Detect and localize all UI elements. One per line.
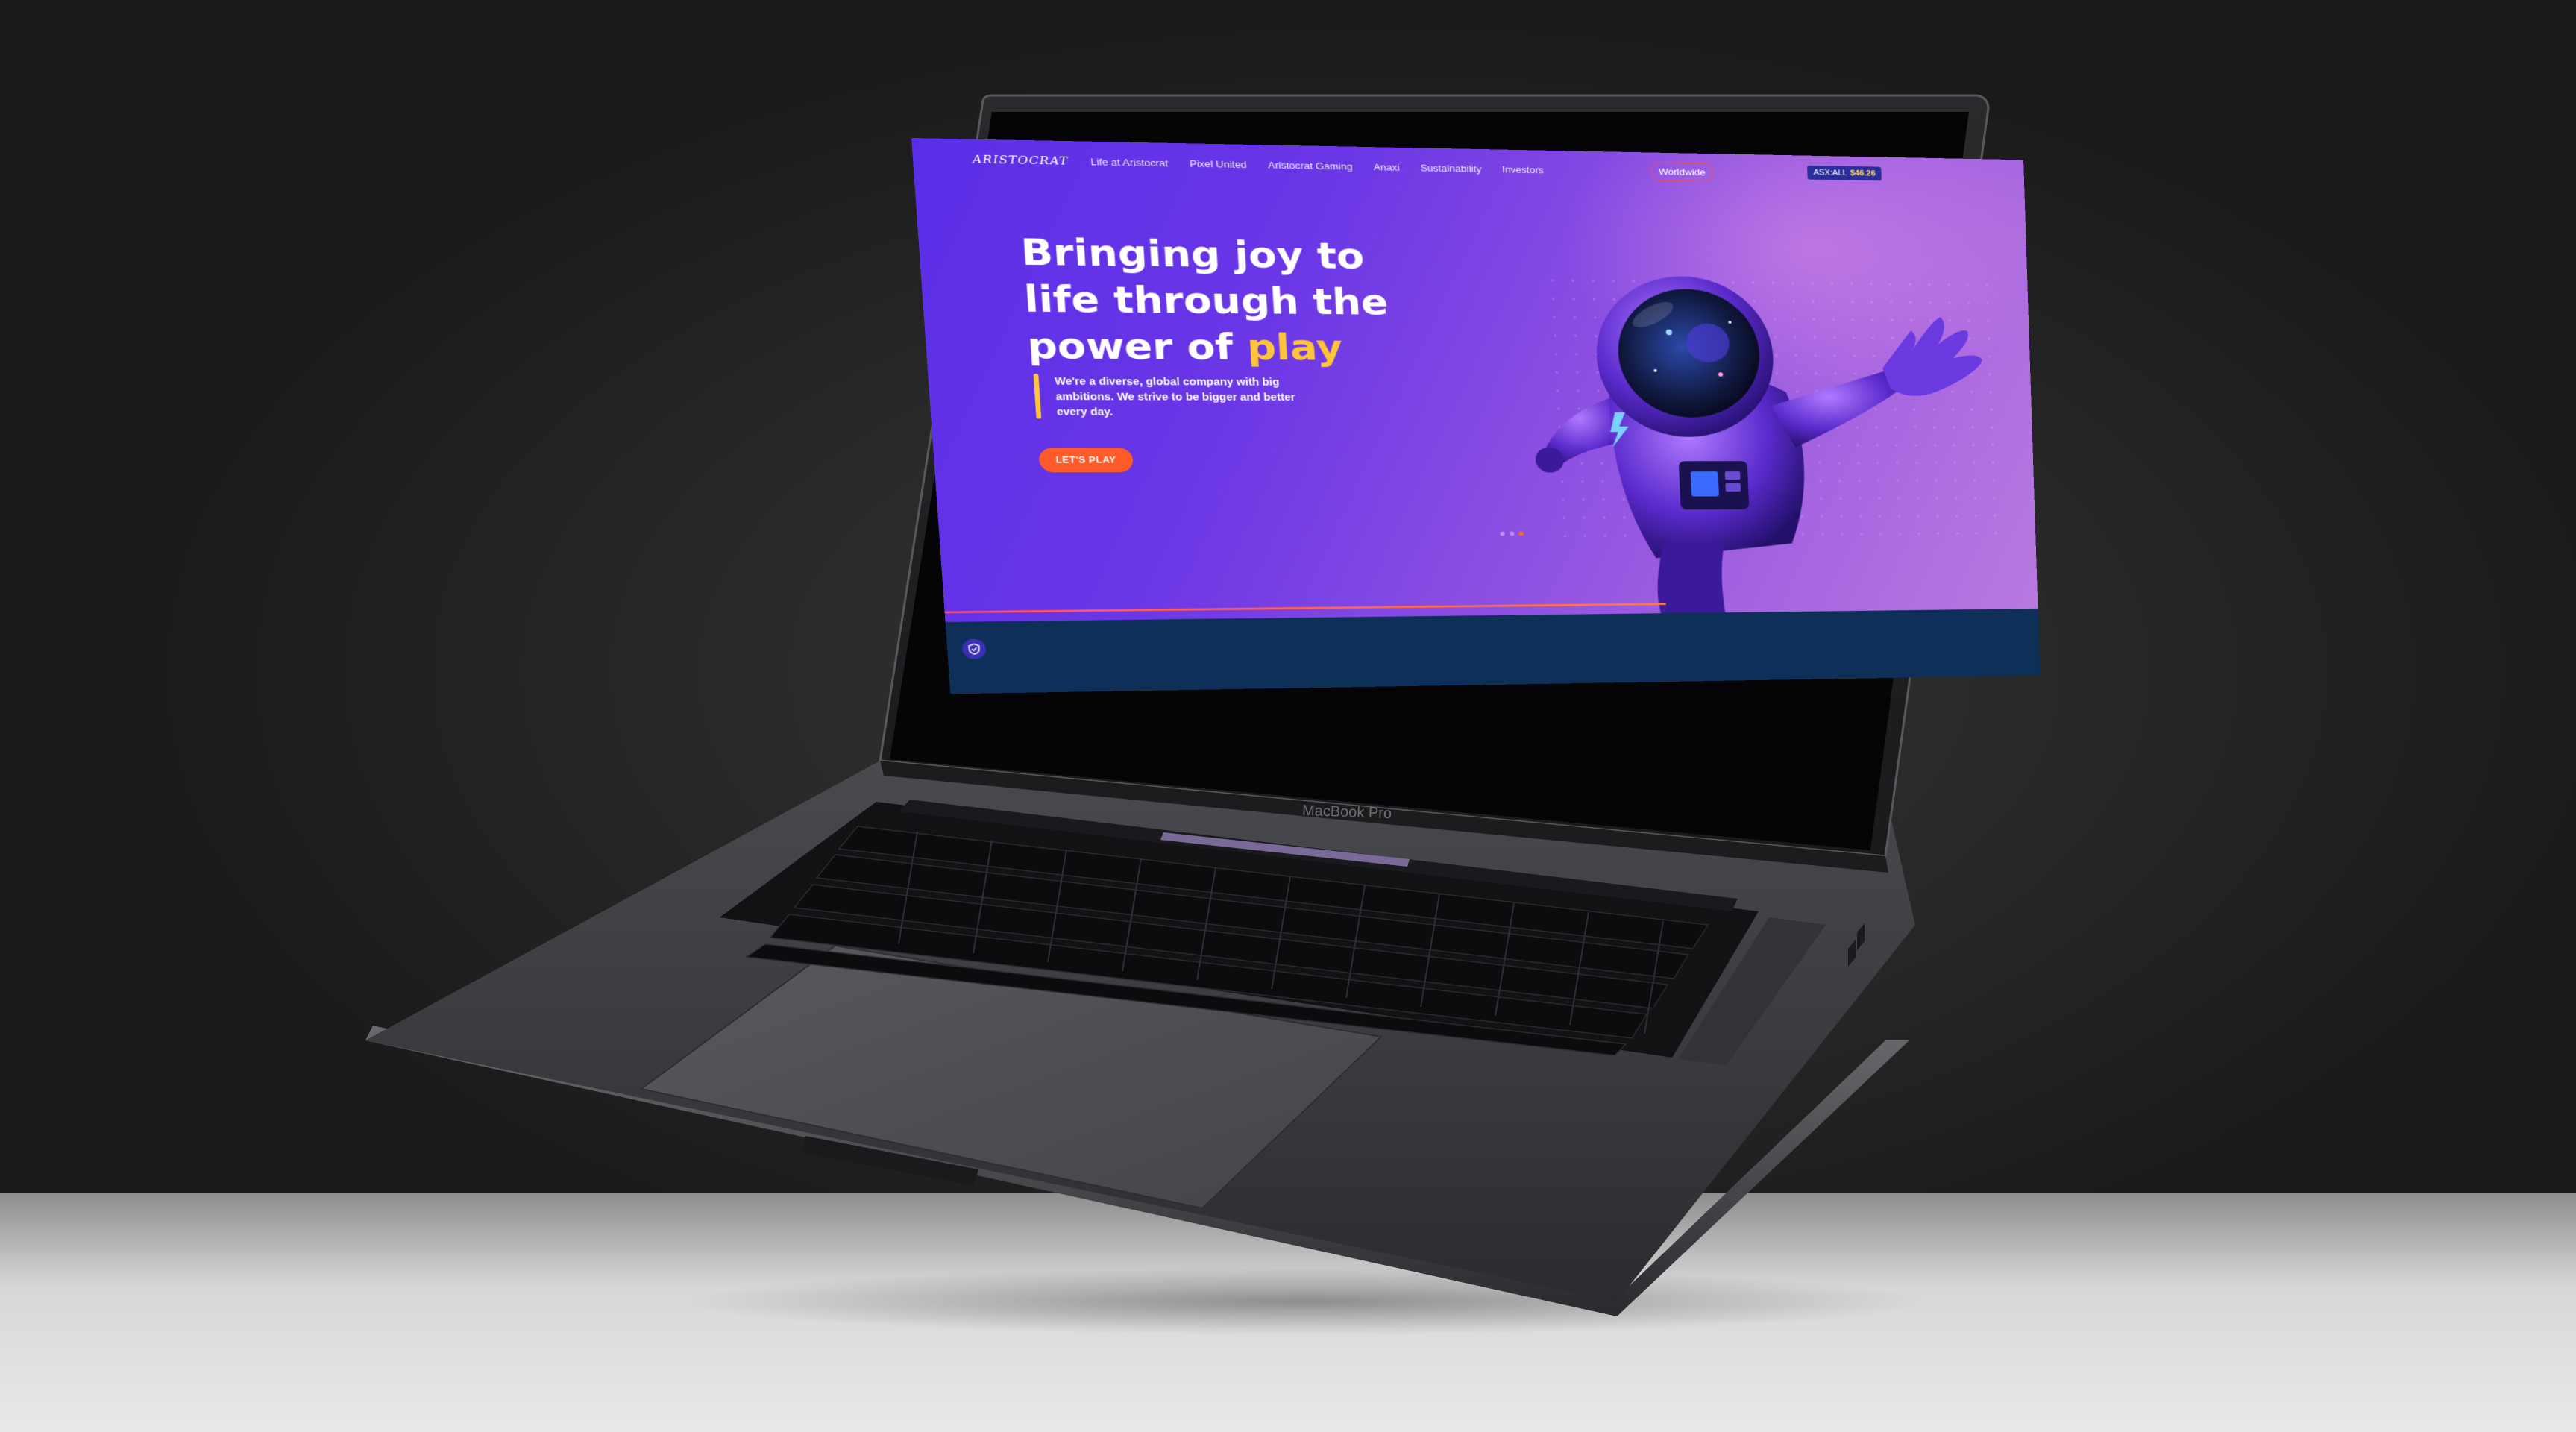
laptop-screen: ARISTOCRAT Life at Aristocrat Pixel Unit… (911, 138, 2041, 694)
hero-intro: We're a diverse, global company with big… (1054, 375, 1295, 418)
nav-link-sustainability[interactable]: Sustainability (1420, 163, 1482, 175)
slider-dot[interactable] (1509, 531, 1515, 536)
lets-play-button[interactable]: LET'S PLAY (1038, 448, 1134, 473)
nav-link-pixel-united[interactable]: Pixel United (1190, 158, 1247, 170)
nav-link-investors[interactable]: Investors (1502, 164, 1545, 175)
laptop-model-label: MacBook Pro (1301, 802, 1392, 823)
intro-accent-bar (1033, 373, 1042, 419)
astronaut-illustration (1535, 275, 1984, 622)
stock-ticker[interactable]: ASX:ALL $46.26 (1806, 165, 1882, 181)
slider-dot[interactable] (1500, 531, 1505, 536)
shield-check-icon[interactable] (961, 638, 987, 659)
worldwide-button[interactable]: Worldwide (1650, 161, 1715, 182)
nav-links: Life at Aristocrat Pixel United Aristocr… (1090, 156, 1544, 175)
nav-link-aristocrat-gaming[interactable]: Aristocrat Gaming (1268, 160, 1353, 172)
hero-section: ARISTOCRAT Life at Aristocrat Pixel Unit… (911, 138, 2038, 622)
hero-headline: Bringing joy to life through the power o… (1020, 229, 1453, 371)
website: ARISTOCRAT Life at Aristocrat Pixel Unit… (911, 138, 2041, 694)
aristocrat-logo[interactable]: ARISTOCRAT (972, 152, 1069, 167)
nav-link-life-at-aristocrat[interactable]: Life at Aristocrat (1090, 156, 1169, 169)
nav-link-anaxi[interactable]: Anaxi (1373, 162, 1400, 173)
hero-headline-accent: play (1245, 326, 1344, 369)
slider-dots (1500, 531, 1524, 536)
ticker-price: $46.26 (1850, 169, 1876, 178)
slider-dot-active[interactable] (1518, 531, 1524, 536)
ticker-symbol: ASX:ALL (1813, 168, 1847, 178)
